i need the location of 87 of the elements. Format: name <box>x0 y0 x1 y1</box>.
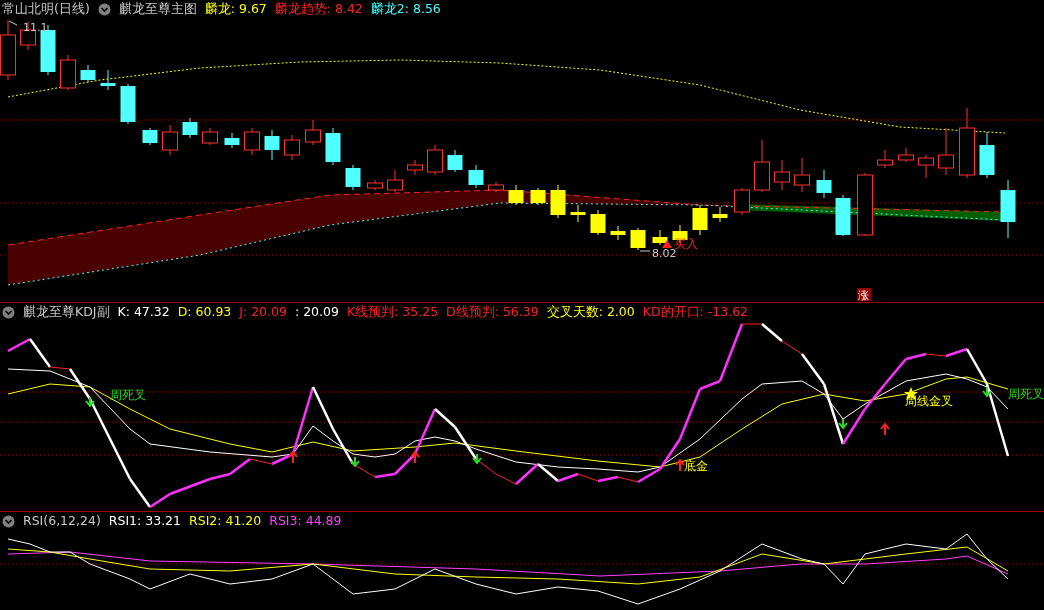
candlestick <box>224 132 240 149</box>
down-arrow-icon <box>838 418 848 430</box>
candlestick <box>305 119 321 146</box>
candlestick <box>120 83 136 125</box>
collapse-icon[interactable] <box>2 514 15 528</box>
candlestick <box>488 181 504 193</box>
candlestick <box>754 139 770 193</box>
indicator-readout: 交叉天数: 2.00 <box>546 303 635 321</box>
candlestick <box>508 184 524 206</box>
indicator-name: RSI(6,12,24) <box>23 512 101 530</box>
indicator-readout: K: 47.32 <box>117 303 170 321</box>
indicator-readout: KD的开口: -13.62 <box>642 303 749 321</box>
leader-line <box>8 20 18 26</box>
candlestick <box>918 154 934 179</box>
candlestick <box>264 129 280 161</box>
collapse-icon[interactable] <box>97 2 111 16</box>
indicator-readout: RSI3: 44.89 <box>269 512 342 530</box>
indicator-readout: 麟龙2: 8.56 <box>370 0 441 18</box>
candlestick <box>835 194 851 237</box>
buy-signal-label: 买入 <box>674 237 698 251</box>
candlestick <box>447 149 463 173</box>
candlestick <box>367 179 383 191</box>
collapse-icon[interactable] <box>2 305 15 319</box>
signal-label: 底金 <box>684 459 708 473</box>
indicator-name: 麒龙至尊主图 <box>118 0 197 18</box>
candlestick <box>60 54 76 91</box>
indicator-readout: RSI1: 33.21 <box>108 512 181 530</box>
candlestick <box>570 204 586 223</box>
candlestick <box>80 64 96 83</box>
candlestick <box>734 187 750 216</box>
candlestick <box>345 164 361 191</box>
candlestick <box>468 164 484 189</box>
candlestick <box>857 172 873 237</box>
candlestick <box>244 127 260 156</box>
indicator-readout: D线预判: 56.39 <box>446 303 539 321</box>
up-arrow-icon <box>880 422 890 436</box>
limit-up-badge: 涨 <box>857 288 871 302</box>
candlestick <box>692 204 708 236</box>
indicator-readout: 麟龙趋势: 8.42 <box>274 0 363 18</box>
candlestick <box>427 144 443 176</box>
candlestick <box>1000 179 1016 239</box>
candlestick <box>182 117 198 139</box>
up-arrow-icon <box>410 450 420 464</box>
indicator-readout: D: 60.93 <box>177 303 232 321</box>
candlestick <box>877 149 893 169</box>
up-arrow-icon <box>288 450 298 464</box>
candlestick <box>387 169 403 193</box>
candlestick <box>652 229 668 246</box>
indicator-readout: : 20.09 <box>294 303 339 321</box>
price-label: 8.02 <box>652 247 677 260</box>
candlestick <box>630 227 646 251</box>
signal-label: 周线金叉 <box>905 394 953 408</box>
candlestick <box>284 134 300 161</box>
candlestick <box>202 127 218 146</box>
candlestick <box>794 157 810 193</box>
indicator-readout: RSI2: 41.20 <box>189 512 262 530</box>
candlestick <box>979 131 995 179</box>
candlestick <box>407 159 423 176</box>
down-arrow-icon <box>350 456 360 468</box>
down-arrow-icon <box>85 396 95 408</box>
candlestick <box>0 19 16 81</box>
signal-label: 周死叉 <box>110 388 146 402</box>
stock-name: 常山北明(日线) <box>2 0 90 18</box>
candlestick <box>590 209 606 236</box>
candlestick <box>550 184 566 219</box>
signal-label: 周死叉 <box>1008 387 1044 401</box>
down-arrow-icon <box>472 453 482 465</box>
candlestick <box>142 127 158 146</box>
up-arrow-icon <box>675 458 685 472</box>
candlestick <box>816 169 832 199</box>
indicator-readout: J: 20.09 <box>239 303 287 321</box>
candlestick <box>162 124 178 156</box>
indicator-name: 麒龙至尊KDJ副 <box>23 303 110 321</box>
leader-line <box>639 250 651 252</box>
candlestick <box>712 206 728 223</box>
candlestick <box>100 69 116 91</box>
up-arrow-icon <box>662 240 672 248</box>
candlestick <box>959 107 975 179</box>
candlestick <box>774 159 790 191</box>
candlestick <box>325 127 341 166</box>
candlestick <box>898 147 914 163</box>
candlestick <box>530 187 546 206</box>
candlestick <box>610 225 626 241</box>
candlestick <box>938 127 954 176</box>
indicator-readout: K线预判: 35.25 <box>346 303 439 321</box>
down-arrow-icon <box>982 386 992 398</box>
indicator-readout: 麟龙: 9.67 <box>204 0 267 18</box>
